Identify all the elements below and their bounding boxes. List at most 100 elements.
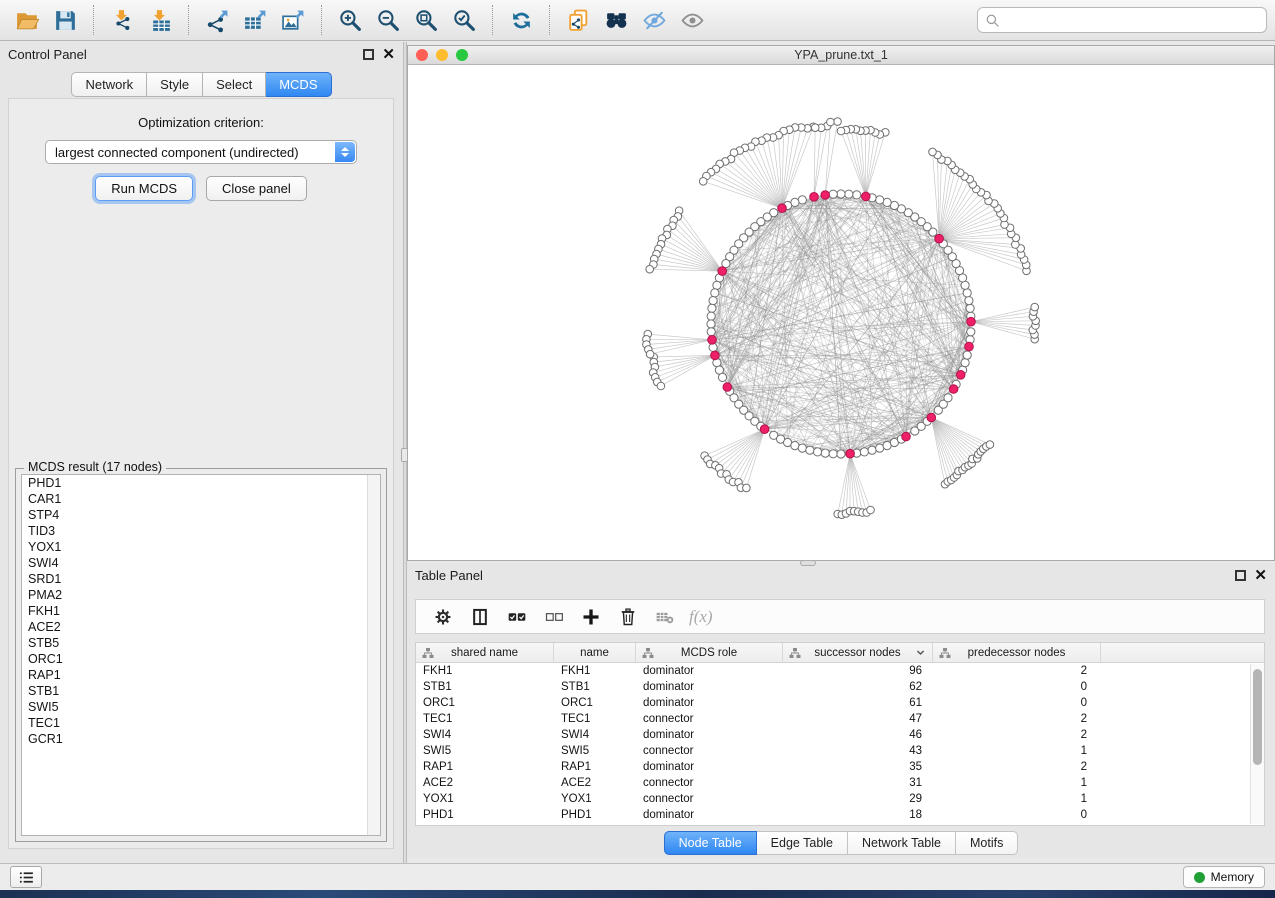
table-row[interactable]: YOX1YOX1connector291 (416, 791, 1264, 807)
column-header-name[interactable]: name (554, 643, 636, 662)
table-settings-gear-button[interactable] (426, 603, 460, 631)
mcds-result-item[interactable]: GCR1 (22, 731, 380, 747)
mcds-list-scrollbar[interactable] (367, 475, 380, 835)
cell-name[interactable]: SWI5 (554, 743, 636, 759)
refresh-view-button[interactable] (502, 4, 540, 36)
hide-details-button[interactable] (635, 4, 673, 36)
search-field[interactable] (977, 7, 1267, 33)
show-details-button[interactable] (673, 4, 711, 36)
cell-mcds_role[interactable]: dominator (636, 759, 783, 775)
cell-successor_nodes[interactable]: 47 (783, 711, 933, 727)
cell-name[interactable]: TEC1 (554, 711, 636, 727)
cell-name[interactable]: ACE2 (554, 775, 636, 791)
table-row[interactable]: FKH1FKH1dominator962 (416, 663, 1264, 679)
column-header-predecessor-nodes[interactable]: predecessor nodes (933, 643, 1101, 662)
mcds-result-item[interactable]: SRD1 (22, 571, 380, 587)
zoom-selected-button[interactable] (445, 4, 483, 36)
tab-style[interactable]: Style (147, 72, 203, 97)
cell-predecessor_nodes[interactable]: 2 (933, 727, 1101, 743)
show-columns-button[interactable] (463, 603, 497, 631)
table-row[interactable]: STB1STB1dominator620 (416, 679, 1264, 695)
deselect-all-button[interactable] (537, 603, 571, 631)
table-row[interactable]: SWI4SWI4dominator462 (416, 727, 1264, 743)
cell-mcds_role[interactable]: connector (636, 743, 783, 759)
control-panel-float-icon[interactable] (363, 49, 374, 60)
table-scrollbar[interactable] (1250, 664, 1264, 824)
tab-mcds[interactable]: MCDS (266, 72, 331, 97)
criterion-dropdown[interactable]: largest connected component (undirected) (45, 140, 357, 164)
delete-table-button[interactable] (648, 603, 682, 631)
cell-successor_nodes[interactable]: 46 (783, 727, 933, 743)
control-panel-close-icon[interactable]: ✕ (382, 49, 395, 60)
mcds-result-item[interactable]: FKH1 (22, 603, 380, 619)
cell-mcds_role[interactable]: connector (636, 775, 783, 791)
cell-predecessor_nodes[interactable]: 0 (933, 679, 1101, 695)
tab-edge-table[interactable]: Edge Table (757, 831, 848, 855)
cell-successor_nodes[interactable]: 43 (783, 743, 933, 759)
function-builder-button[interactable]: f(x) (689, 607, 713, 627)
cell-shared_name[interactable]: SWI5 (416, 743, 554, 759)
clone-network-button[interactable] (559, 4, 597, 36)
table-panel-close-icon[interactable]: ✕ (1254, 570, 1267, 581)
mcds-result-item[interactable]: TEC1 (22, 715, 380, 731)
mcds-result-item[interactable]: CAR1 (22, 491, 380, 507)
zoom-fit-button[interactable] (407, 4, 445, 36)
zoom-out-button[interactable] (369, 4, 407, 36)
tab-node-table[interactable]: Node Table (664, 831, 757, 855)
cell-shared_name[interactable]: RAP1 (416, 759, 554, 775)
zoom-in-button[interactable] (331, 4, 369, 36)
export-network-button[interactable] (198, 4, 236, 36)
cell-mcds_role[interactable]: dominator (636, 679, 783, 695)
cell-successor_nodes[interactable]: 61 (783, 695, 933, 711)
column-header-MCDS-role[interactable]: MCDS role (636, 643, 783, 662)
cell-name[interactable]: SWI4 (554, 727, 636, 743)
horizontal-splitter-handle[interactable] (800, 560, 816, 566)
mcds-result-item[interactable]: SWI5 (22, 699, 380, 715)
cell-shared_name[interactable]: STB1 (416, 679, 554, 695)
search-network-button[interactable] (597, 4, 635, 36)
cell-predecessor_nodes[interactable]: 2 (933, 759, 1101, 775)
cell-shared_name[interactable]: ACE2 (416, 775, 554, 791)
table-panel-float-icon[interactable] (1235, 570, 1246, 581)
mcds-result-item[interactable]: STP4 (22, 507, 380, 523)
cell-predecessor_nodes[interactable]: 1 (933, 775, 1101, 791)
cell-mcds_role[interactable]: dominator (636, 727, 783, 743)
cell-shared_name[interactable]: PHD1 (416, 807, 554, 823)
open-session-button[interactable] (8, 4, 46, 36)
cell-predecessor_nodes[interactable]: 0 (933, 695, 1101, 711)
network-graph[interactable] (408, 65, 1274, 560)
tab-select[interactable]: Select (203, 72, 266, 97)
tab-network[interactable]: Network (71, 72, 147, 97)
cell-shared_name[interactable]: FKH1 (416, 663, 554, 679)
cell-name[interactable]: YOX1 (554, 791, 636, 807)
add-column-button[interactable] (574, 603, 608, 631)
cell-successor_nodes[interactable]: 18 (783, 807, 933, 823)
cell-predecessor_nodes[interactable]: 2 (933, 711, 1101, 727)
cell-name[interactable]: FKH1 (554, 663, 636, 679)
mcds-result-item[interactable]: TID3 (22, 523, 380, 539)
table-row[interactable]: SWI5SWI5connector431 (416, 743, 1264, 759)
table-row[interactable]: RAP1RAP1dominator352 (416, 759, 1264, 775)
table-row[interactable]: ORC1ORC1dominator610 (416, 695, 1264, 711)
cell-successor_nodes[interactable]: 29 (783, 791, 933, 807)
mcds-result-item[interactable]: PHD1 (22, 475, 380, 491)
mcds-result-item[interactable]: PMA2 (22, 587, 380, 603)
cell-name[interactable]: PHD1 (554, 807, 636, 823)
import-table-file-button[interactable] (141, 4, 179, 36)
export-table-button[interactable] (236, 4, 274, 36)
memory-button[interactable]: Memory (1183, 866, 1265, 888)
mcds-result-item[interactable]: ACE2 (22, 619, 380, 635)
cell-shared_name[interactable]: TEC1 (416, 711, 554, 727)
mcds-result-item[interactable]: SWI4 (22, 555, 380, 571)
tab-network-table[interactable]: Network Table (848, 831, 956, 855)
table-row[interactable]: PHD1PHD1dominator180 (416, 807, 1264, 823)
cell-successor_nodes[interactable]: 31 (783, 775, 933, 791)
run-mcds-button[interactable]: Run MCDS (95, 176, 193, 201)
mcds-result-item[interactable]: ORC1 (22, 651, 380, 667)
table-row[interactable]: ACE2ACE2connector311 (416, 775, 1264, 791)
mcds-result-item[interactable]: YOX1 (22, 539, 380, 555)
tab-motifs[interactable]: Motifs (956, 831, 1018, 855)
task-history-button[interactable] (10, 866, 42, 888)
cell-predecessor_nodes[interactable]: 1 (933, 791, 1101, 807)
cell-name[interactable]: ORC1 (554, 695, 636, 711)
